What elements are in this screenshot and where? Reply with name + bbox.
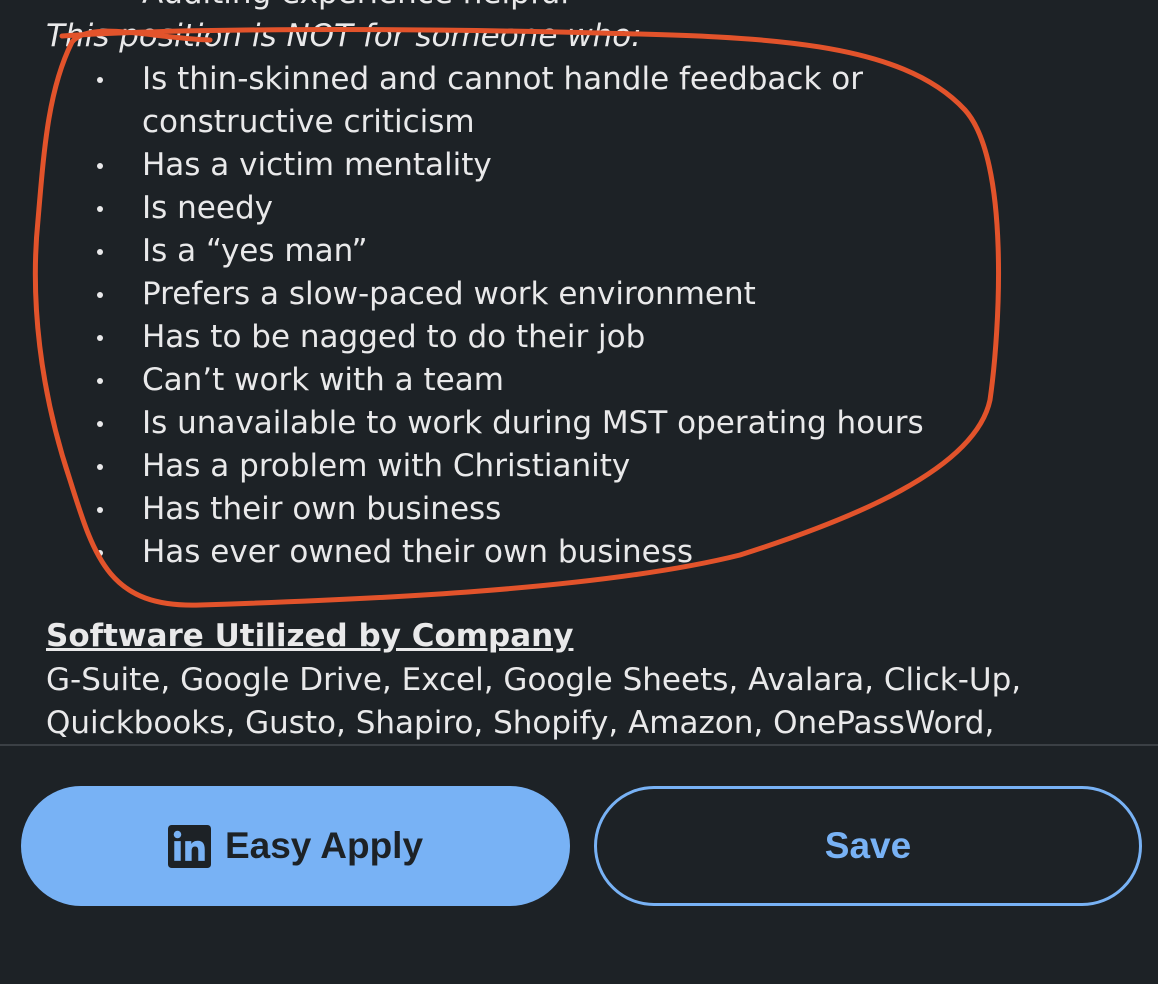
linkedin-icon bbox=[167, 824, 211, 868]
not-for-list: Is thin-skinned and cannot handle feedba… bbox=[0, 58, 942, 574]
list-item-text: Has a victim mentality bbox=[142, 147, 492, 183]
save-button[interactable]: Save bbox=[594, 786, 1142, 906]
bullet-icon bbox=[97, 292, 103, 298]
bullet-icon bbox=[97, 335, 103, 341]
list-item: Is a “yes man” bbox=[0, 230, 942, 273]
list-item: Has a problem with Christianity bbox=[0, 445, 942, 488]
list-item-text: Has to be nagged to do their job bbox=[142, 319, 646, 355]
software-section-title: Software Utilized by Company bbox=[46, 618, 574, 654]
software-list-text: G-Suite, Google Drive, Excel, Google She… bbox=[46, 662, 1022, 741]
bullet-icon bbox=[97, 163, 103, 169]
list-item: Has a victim mentality bbox=[0, 144, 942, 187]
previous-item-cut: Auditing experience helpful bbox=[142, 0, 569, 12]
list-item: Can’t work with a team bbox=[0, 359, 942, 402]
list-item: Is thin-skinned and cannot handle feedba… bbox=[0, 58, 942, 144]
easy-apply-button[interactable]: Easy Apply bbox=[21, 786, 570, 906]
list-item: Prefers a slow-paced work environment bbox=[0, 273, 942, 316]
action-bar: Easy Apply Save bbox=[0, 744, 1158, 984]
bullet-icon bbox=[97, 507, 103, 513]
list-item-text: Can’t work with a team bbox=[142, 362, 504, 398]
list-item: Is needy bbox=[0, 187, 942, 230]
bullet-icon bbox=[97, 77, 103, 83]
bullet-icon bbox=[97, 421, 103, 427]
list-item: Has ever owned their own business bbox=[0, 531, 942, 574]
job-description: Auditing experience helpful This positio… bbox=[0, 0, 1158, 744]
bullet-icon bbox=[97, 249, 103, 255]
list-item-text: Has a problem with Christianity bbox=[142, 448, 631, 484]
not-for-intro: This position is NOT for someone who: bbox=[46, 18, 642, 54]
list-item-text: Has ever owned their own business bbox=[142, 534, 693, 570]
easy-apply-label: Easy Apply bbox=[224, 825, 424, 866]
bullet-icon bbox=[97, 206, 103, 212]
list-item-text: Has their own business bbox=[142, 491, 502, 527]
bullet-icon bbox=[97, 378, 103, 384]
list-item-text: Is needy bbox=[142, 190, 273, 226]
list-item-text: Is a “yes man” bbox=[142, 233, 368, 269]
list-item-text: Prefers a slow-paced work environment bbox=[142, 276, 756, 312]
list-item-text: Is thin-skinned and cannot handle feedba… bbox=[142, 61, 863, 140]
bullet-icon bbox=[97, 464, 103, 470]
list-item: Has to be nagged to do their job bbox=[0, 316, 942, 359]
bullet-icon bbox=[97, 550, 103, 556]
list-item: Is unavailable to work during MST operat… bbox=[0, 402, 942, 445]
save-label: Save bbox=[824, 825, 912, 866]
list-item-text: Is unavailable to work during MST operat… bbox=[142, 405, 924, 441]
list-item: Has their own business bbox=[0, 488, 942, 531]
